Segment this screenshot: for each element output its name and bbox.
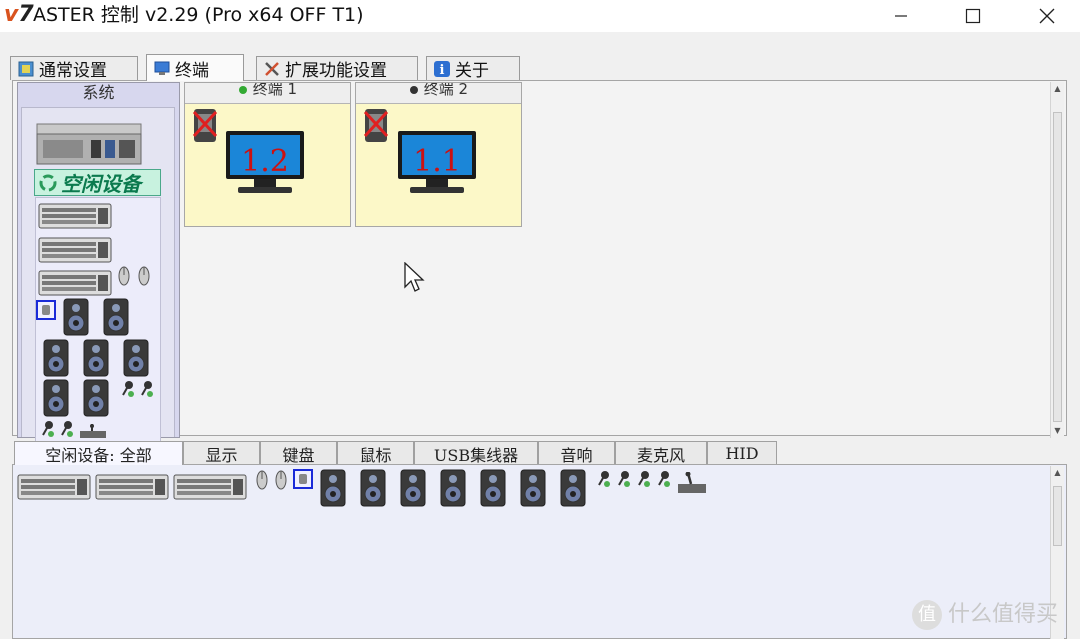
joystick-icon[interactable] (676, 472, 708, 494)
usb-disconnected-icon[interactable] (192, 108, 218, 144)
microphone-icon[interactable] (59, 420, 75, 438)
info-icon: i (434, 60, 450, 78)
keyboard-icon[interactable] (38, 203, 112, 229)
tab-usb-hub[interactable]: USB集线器 (414, 441, 538, 465)
microphone-icon[interactable] (596, 470, 612, 488)
mouse-icon[interactable] (118, 266, 130, 286)
tab-keyboard[interactable]: 键盘 (260, 441, 337, 465)
scroll-up-arrow-icon[interactable]: ▲ (1051, 82, 1064, 95)
keyboard-icon[interactable] (38, 270, 112, 296)
close-icon (1039, 8, 1055, 24)
speaker-icon[interactable] (400, 469, 426, 507)
speaker-icon[interactable] (123, 339, 149, 377)
speaker-icon[interactable] (440, 469, 466, 507)
app-logo-v: v (4, 2, 19, 27)
tab-about[interactable]: i 关于 (426, 56, 520, 81)
microphone-icon[interactable] (656, 470, 672, 488)
speaker-icon[interactable] (103, 298, 129, 336)
minimize-button[interactable] (874, 0, 928, 32)
microphone-icon[interactable] (40, 420, 56, 438)
window-title: ASTER 控制 v2.29 (Pro x64 OFF T1) (33, 4, 364, 26)
speaker-icon[interactable] (520, 469, 546, 507)
server-icon[interactable] (35, 122, 143, 166)
tab-microphone[interactable]: 麦克风 (615, 441, 707, 465)
keyboard-icon[interactable] (173, 474, 247, 500)
maximize-button[interactable] (946, 0, 1000, 32)
tab-hid[interactable]: HID (707, 441, 777, 465)
keyboard-icon[interactable] (95, 474, 169, 500)
scrollbar-thumb[interactable] (1053, 112, 1062, 422)
speaker-icon[interactable] (43, 339, 69, 377)
tab-label: 扩展功能设置 (285, 61, 387, 81)
speaker-icon[interactable] (560, 469, 586, 507)
status-dot-icon (238, 85, 247, 94)
idle-devices-label: 空闲设备 (61, 172, 141, 196)
usb-hub-icon[interactable] (36, 300, 56, 320)
minimize-icon (895, 15, 907, 17)
terminal-area-scrollbar[interactable]: ▲ ▼ (1050, 82, 1064, 438)
microphone-icon[interactable] (616, 470, 632, 488)
tab-label: 关于 (455, 61, 489, 81)
usb-disconnected-icon[interactable] (363, 108, 389, 144)
tab-label: 通常设置 (39, 61, 107, 81)
scrollbar-thumb[interactable] (1053, 486, 1062, 546)
terminal-label: 终端 1 (185, 83, 350, 99)
close-button[interactable] (1020, 0, 1074, 32)
usb-hub-icon[interactable] (293, 469, 313, 489)
svg-text:i: i (440, 63, 445, 78)
joystick-icon[interactable] (78, 424, 108, 438)
monitor-number-text: 1.2 (241, 144, 289, 179)
recycle-icon (39, 174, 57, 191)
tab-general-settings[interactable]: 通常设置 (10, 56, 138, 81)
microphone-icon[interactable] (636, 470, 652, 488)
system-panel-label: 系统 (82, 83, 115, 102)
tab-extended-settings[interactable]: 扩展功能设置 (256, 56, 418, 81)
tab-label: 终端 (175, 60, 209, 81)
microphone-icon[interactable] (139, 380, 155, 398)
maximize-icon (965, 8, 981, 24)
watermark-logo-icon: 值 (912, 600, 942, 630)
tab-idle-all[interactable]: 空闲设备: 全部 (14, 441, 183, 465)
idle-devices-badge[interactable]: 空闲设备 (34, 169, 161, 196)
app-logo-number: 7 (18, 2, 34, 27)
speaker-icon[interactable] (83, 339, 109, 377)
monitor-icon[interactable]: 1.1 (396, 129, 478, 197)
speaker-icon[interactable] (360, 469, 386, 507)
watermark-text: 什么值得买 (948, 602, 1059, 627)
watermark: 值什么值得买 (912, 596, 1058, 630)
speaker-icon[interactable] (480, 469, 506, 507)
speaker-icon[interactable] (43, 379, 69, 417)
settings-icon (18, 61, 34, 76)
speaker-icon[interactable] (320, 469, 346, 507)
scroll-down-arrow-icon[interactable]: ▼ (1051, 424, 1064, 437)
tab-speaker[interactable]: 音响 (538, 441, 615, 465)
terminal-icon (154, 61, 170, 75)
keyboard-icon[interactable] (17, 474, 91, 500)
speaker-icon[interactable] (63, 298, 89, 336)
mouse-cursor-icon (404, 262, 425, 292)
scroll-up-arrow-icon[interactable]: ▲ (1051, 466, 1064, 479)
tab-mouse[interactable]: 鼠标 (337, 441, 414, 465)
microphone-icon[interactable] (120, 380, 136, 398)
mouse-icon[interactable] (275, 470, 287, 490)
app-logo: v7 (4, 4, 34, 26)
mouse-icon[interactable] (138, 266, 150, 286)
monitor-number-text: 1.1 (413, 144, 461, 179)
status-dot-icon (409, 85, 418, 94)
terminal-label: 终端 2 (356, 83, 521, 99)
title-bar: v7 ASTER 控制 v2.29 (Pro x64 OFF T1) (0, 0, 1080, 32)
keyboard-icon[interactable] (38, 237, 112, 263)
tab-terminal[interactable]: 终端 (146, 54, 244, 81)
mouse-icon[interactable] (256, 470, 268, 490)
tab-display[interactable]: 显示 (183, 441, 260, 465)
speaker-icon[interactable] (83, 379, 109, 417)
tools-icon (265, 61, 279, 76)
monitor-icon[interactable]: 1.2 (224, 129, 306, 197)
